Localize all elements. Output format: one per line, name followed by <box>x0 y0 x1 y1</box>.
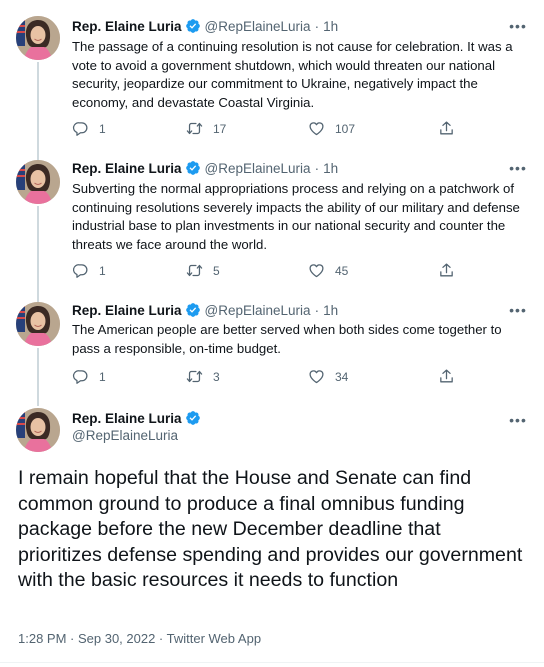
verified-badge-icon <box>185 18 201 34</box>
retweet-icon <box>186 368 203 385</box>
tweet-header: Rep. Elaine Luria @RepElaineLuria · 1h <box>72 16 338 36</box>
tweet-time[interactable]: 1h <box>323 19 338 34</box>
tweet-time[interactable]: 1h <box>323 161 338 176</box>
author-name[interactable]: Rep. Elaine Luria <box>72 303 182 318</box>
thread-tweet[interactable]: Rep. Elaine Luria @RepElaineLuria · 1h •… <box>0 288 544 398</box>
retweet-count: 5 <box>213 263 220 278</box>
retweet-count: 3 <box>213 369 220 384</box>
retweet-button[interactable]: 17 <box>186 120 226 137</box>
reply-count: 1 <box>99 263 106 278</box>
main-tweet-author: Rep. Elaine Luria @RepElaineLuria <box>72 410 201 443</box>
reply-icon <box>72 262 89 279</box>
divider <box>0 662 544 663</box>
like-count: 107 <box>335 121 356 136</box>
heart-icon <box>308 120 325 137</box>
author-name[interactable]: Rep. Elaine Luria <box>72 161 182 176</box>
retweet-count: 17 <box>213 121 227 136</box>
heart-icon <box>308 262 325 279</box>
more-icon[interactable]: ••• <box>508 410 528 430</box>
share-button[interactable] <box>438 262 455 279</box>
share-button[interactable] <box>438 368 455 385</box>
thread-tweet[interactable]: Rep. Elaine Luria @RepElaineLuria · 1h •… <box>0 0 544 150</box>
tweet-actions: 1 5 45 <box>72 262 472 282</box>
avatar[interactable] <box>16 408 60 452</box>
reply-button[interactable]: 1 <box>72 368 106 385</box>
main-tweet-text: I remain hopeful that the House and Sena… <box>18 467 523 591</box>
more-icon[interactable]: ••• <box>508 158 528 178</box>
like-button[interactable]: 107 <box>308 120 355 137</box>
like-count: 45 <box>335 263 349 278</box>
retweet-icon <box>186 120 203 137</box>
like-button[interactable]: 45 <box>308 262 348 279</box>
retweet-button[interactable]: 5 <box>186 262 220 279</box>
reply-icon <box>72 120 89 137</box>
tweet-time[interactable]: 1h <box>323 303 338 318</box>
retweet-icon <box>186 262 203 279</box>
author-handle[interactable]: @RepElaineLuria <box>205 303 311 318</box>
tweet-actions: 1 3 34 <box>72 368 472 388</box>
tweet-text: The American people are better served wh… <box>72 322 502 356</box>
reply-count: 1 <box>99 369 106 384</box>
separator-dot: · <box>314 302 320 318</box>
author-handle[interactable]: @RepElaineLuria <box>72 428 201 443</box>
author-handle[interactable]: @RepElaineLuria <box>205 19 311 34</box>
tweet-text: Subverting the normal appropriations pro… <box>72 181 520 252</box>
retweet-button[interactable]: 3 <box>186 368 220 385</box>
like-button[interactable]: 34 <box>308 368 348 385</box>
avatar[interactable] <box>16 302 60 346</box>
share-icon <box>438 120 455 137</box>
reply-button[interactable]: 1 <box>72 262 106 279</box>
share-button[interactable] <box>438 120 455 137</box>
verified-badge-icon <box>185 160 201 176</box>
share-icon <box>438 262 455 279</box>
verified-badge-icon <box>185 410 201 426</box>
avatar[interactable] <box>16 160 60 204</box>
tweet-header: Rep. Elaine Luria @RepElaineLuria · 1h <box>72 300 338 320</box>
tweet-text: The passage of a continuing resolution i… <box>72 39 513 110</box>
author-handle[interactable]: @RepElaineLuria <box>205 161 311 176</box>
reply-icon <box>72 368 89 385</box>
tweet-actions: 1 17 107 <box>72 120 472 140</box>
reply-button[interactable]: 1 <box>72 120 106 137</box>
author-name[interactable]: Rep. Elaine Luria <box>72 411 182 426</box>
reply-count: 1 <box>99 121 106 136</box>
avatar[interactable] <box>16 16 60 60</box>
heart-icon <box>308 368 325 385</box>
like-count: 34 <box>335 369 349 384</box>
share-icon <box>438 368 455 385</box>
separator-dot: · <box>314 160 320 176</box>
more-icon[interactable]: ••• <box>508 16 528 36</box>
tweet-header: Rep. Elaine Luria @RepElaineLuria · 1h <box>72 158 338 178</box>
separator-dot: · <box>314 18 320 34</box>
author-name[interactable]: Rep. Elaine Luria <box>72 19 182 34</box>
tweet-timestamp[interactable]: 1:28 PM · Sep 30, 2022 · Twitter Web App <box>18 631 261 646</box>
thread-tweet[interactable]: Rep. Elaine Luria @RepElaineLuria · 1h •… <box>0 144 544 294</box>
more-icon[interactable]: ••• <box>508 300 528 320</box>
verified-badge-icon <box>185 302 201 318</box>
